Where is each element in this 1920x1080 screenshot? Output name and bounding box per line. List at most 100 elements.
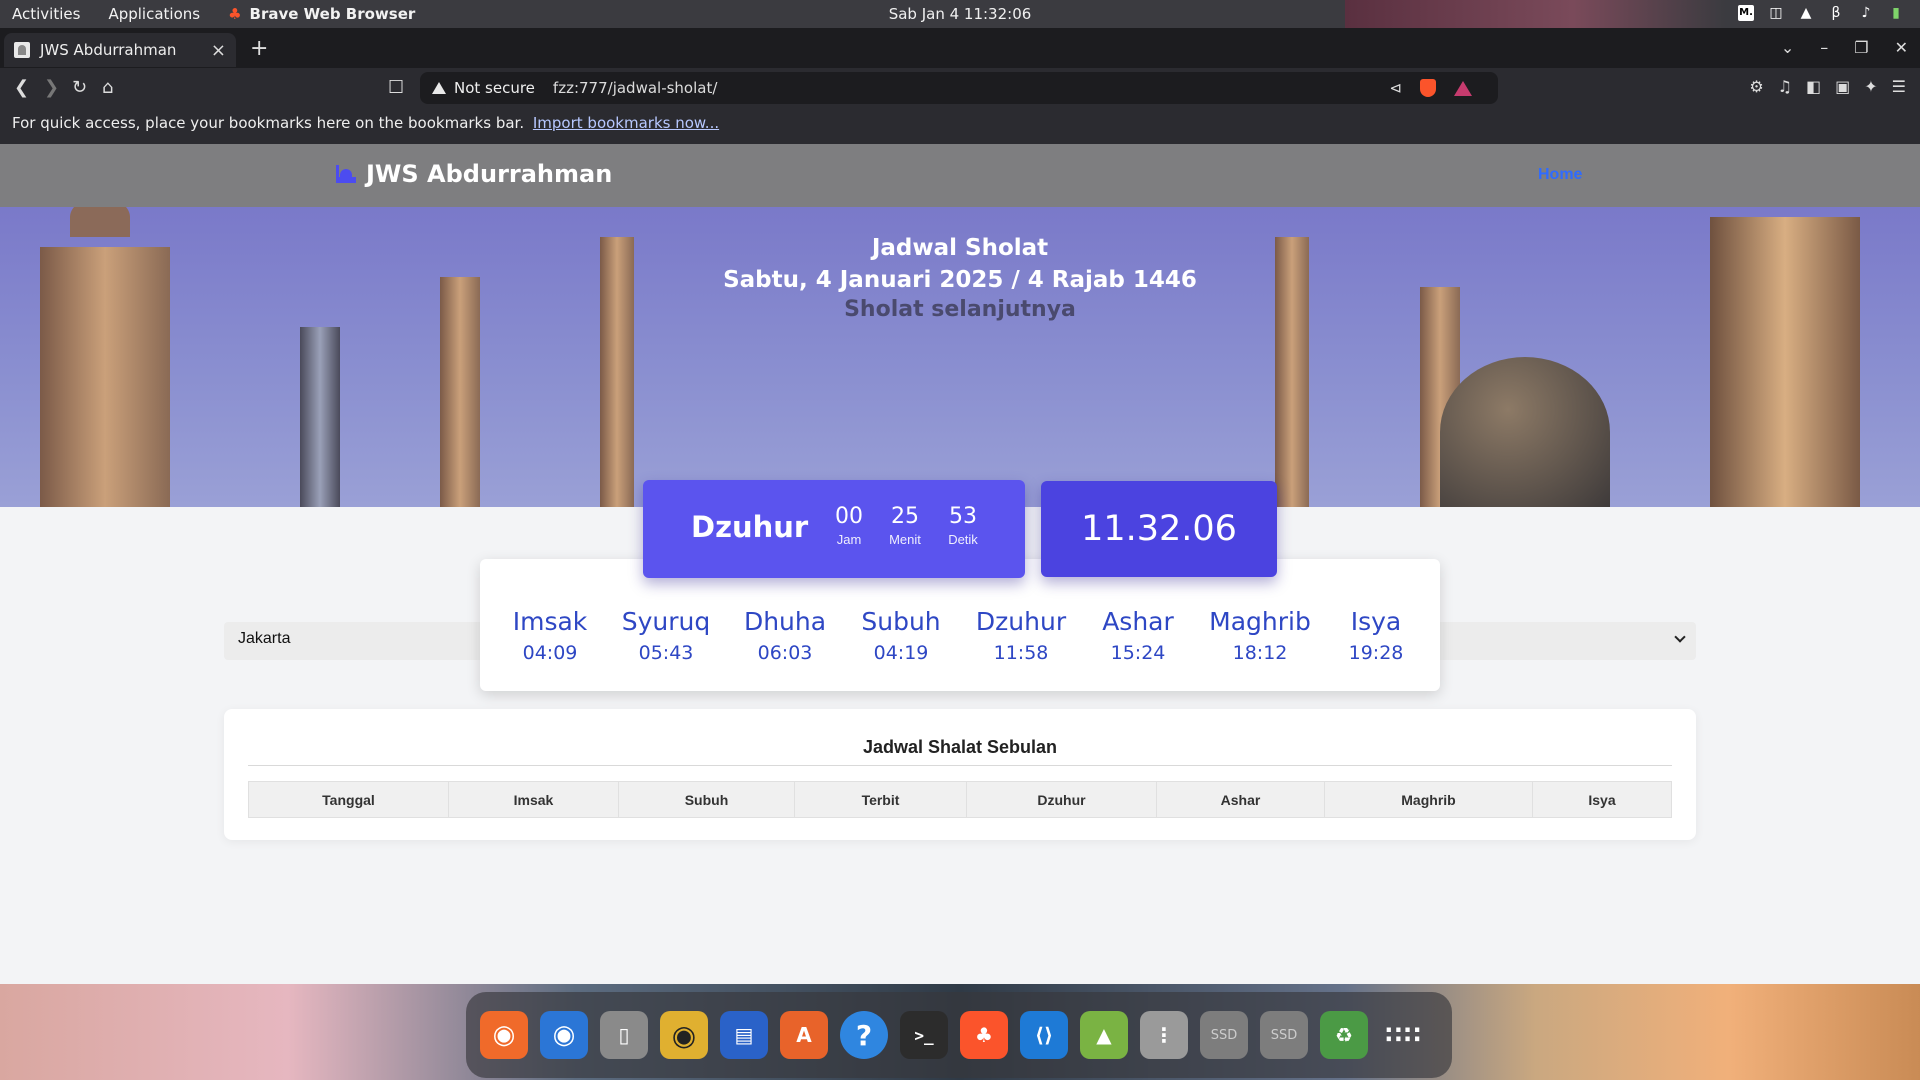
tab-title: JWS Abdurrahman	[40, 41, 177, 59]
monthly-schedule-title: Jadwal Shalat Sebulan	[862, 737, 1058, 757]
countdown-minutes: 25 Menit	[889, 504, 921, 547]
minimize-icon[interactable]: –	[1820, 38, 1828, 57]
mosque-icon	[336, 165, 356, 183]
extensions-icon[interactable]: ⚙	[1749, 77, 1763, 96]
active-app-menu[interactable]: ♣ Brave Web Browser	[228, 5, 415, 23]
hero-date: Sabtu, 4 Januari 2025 / 4 Rajab 1446	[723, 267, 1197, 293]
close-window-icon[interactable]: ✕	[1895, 38, 1908, 57]
brave-shields-icon[interactable]	[1420, 79, 1436, 97]
web-page: JWS Abdurrahman Home Jadwal Sholat Sabtu…	[0, 144, 1920, 984]
hero-banner: Jadwal Sholat Sabtu, 4 Januari 2025 / 4 …	[0, 207, 1920, 507]
prayer-time-syuruq: Syuruq 05:43	[621, 607, 711, 664]
help-icon[interactable]: ?	[840, 1011, 888, 1059]
not-secure-label[interactable]: Not secure	[454, 79, 535, 97]
share-icon[interactable]: ⊲	[1389, 79, 1402, 97]
prayer-time-maghrib: Maghrib 18:12	[1209, 607, 1311, 664]
prayer-time-dzuhur: Dzuhur 11:58	[975, 607, 1067, 664]
wallet-icon[interactable]: ▣	[1835, 77, 1850, 96]
writer-icon[interactable]: ▤	[720, 1011, 768, 1059]
url-text[interactable]: fzz:777/jadwal-sholat/	[553, 79, 717, 97]
menu-icon[interactable]: ☰	[1892, 77, 1906, 96]
monthly-schedule-card: Jadwal Shalat Sebulan Tanggal Imsak Subu…	[224, 709, 1696, 840]
bookmarks-hint: For quick access, place your bookmarks h…	[12, 114, 525, 132]
disks-icon[interactable]: ⋮	[1140, 1011, 1188, 1059]
leo-ai-icon[interactable]: ✦	[1864, 77, 1877, 96]
activities-button[interactable]: Activities	[12, 5, 80, 23]
image-viewer-icon[interactable]: ▲	[1080, 1011, 1128, 1059]
bookmark-icon[interactable]: ☐	[388, 77, 404, 98]
current-time-display: 11.32.06	[1041, 481, 1277, 577]
app-center-icon[interactable]: A	[780, 1011, 828, 1059]
close-tab-icon[interactable]: ×	[211, 40, 226, 61]
new-tab-button[interactable]: +	[250, 36, 268, 61]
reload-icon[interactable]: ↻	[72, 77, 87, 98]
prayer-time-subuh: Subuh 04:19	[861, 607, 941, 664]
vscode-icon[interactable]: ⟨⟩	[1020, 1011, 1068, 1059]
column-header: Isya	[1532, 781, 1672, 818]
city-select-value: Jakarta	[238, 630, 291, 647]
prayer-time-ashar: Ashar 15:24	[1102, 607, 1174, 664]
maximize-icon[interactable]: ❐	[1854, 38, 1868, 57]
monthly-schedule-table: Tanggal Imsak Subuh Terbit Dzuhur Ashar …	[248, 781, 1672, 818]
countdown-hours: 00 Jam	[835, 504, 863, 547]
prayer-time-imsak: Imsak 04:09	[512, 607, 588, 664]
divider	[248, 765, 1672, 766]
nav-home-link[interactable]: Home	[1538, 166, 1582, 184]
address-bar[interactable]: Not secure fzz:777/jadwal-sholat/ ⊲	[420, 72, 1498, 104]
volume-icon[interactable]: ♪	[1858, 5, 1874, 21]
warning-icon	[432, 82, 446, 94]
dome-illustration	[1440, 357, 1610, 507]
home-icon[interactable]: ⌂	[102, 77, 113, 98]
prayer-times-card: Imsak 04:09 Syuruq 05:43 Dhuha 06:03 Subuh 0…	[480, 559, 1440, 691]
column-header: Terbit	[794, 781, 967, 818]
next-prayer-name: Dzuhur	[691, 510, 809, 544]
show-apps-icon[interactable]: ∷∷	[1380, 1011, 1428, 1059]
tab-jws[interactable]: JWS Abdurrahman ×	[4, 33, 236, 67]
brave-icon: ♣	[228, 5, 242, 23]
rhythmbox-icon[interactable]: ◉	[660, 1011, 708, 1059]
bluetooth-icon[interactable]: β	[1828, 5, 1844, 21]
mail-tray-icon[interactable]: M.	[1738, 5, 1754, 21]
media-icon[interactable]: ♫	[1778, 77, 1792, 96]
prayer-time-isya: Isya 19:28	[1348, 607, 1404, 664]
applications-menu[interactable]: Applications	[108, 5, 200, 23]
battery-icon[interactable]: ▮	[1888, 5, 1904, 21]
active-app-label: Brave Web Browser	[249, 5, 416, 23]
countdown-seconds: 53 Detik	[948, 504, 978, 547]
import-bookmarks-link[interactable]: Import bookmarks now...	[533, 114, 719, 132]
bookmarks-bar: For quick access, place your bookmarks h…	[0, 108, 1920, 144]
column-header: Imsak	[448, 781, 619, 818]
brave-icon[interactable]: ♣	[960, 1011, 1008, 1059]
dock: ◉ ◉ ▯ ◉ ▤ A ? >_ ♣ ⟨⟩ ▲ ⋮ SSD SSD ♻ ∷∷	[466, 992, 1452, 1078]
browser-toolbar: ❮ ❯ ↻ ⌂ ☐ Not secure fzz:777/jadwal-shol…	[0, 68, 1920, 108]
column-header: Dzuhur	[966, 781, 1157, 818]
site-navbar: JWS Abdurrahman Home	[0, 144, 1920, 207]
tab-search-chevron-icon[interactable]: ⌄	[1781, 38, 1794, 57]
thunderbird-icon[interactable]: ◉	[540, 1011, 588, 1059]
next-prayer-label: Sholat selanjutnya	[844, 297, 1076, 322]
ssd-icon[interactable]: SSD	[1260, 1011, 1308, 1059]
brand-label: JWS Abdurrahman	[366, 160, 613, 188]
column-header: Tanggal	[248, 781, 449, 818]
trash-icon[interactable]: ♻	[1320, 1011, 1368, 1059]
prayer-time-dhuha: Dhuha 06:03	[743, 607, 827, 664]
firefox-icon[interactable]: ◉	[480, 1011, 528, 1059]
screencast-icon[interactable]: ◫	[1768, 5, 1784, 21]
forward-icon[interactable]: ❯	[44, 77, 59, 98]
site-brand[interactable]: JWS Abdurrahman	[336, 160, 612, 188]
page-favicon-icon	[14, 42, 30, 58]
table-header-row: Tanggal Imsak Subuh Terbit Dzuhur Ashar …	[248, 781, 1672, 818]
files-icon[interactable]: ▯	[600, 1011, 648, 1059]
tab-strip: JWS Abdurrahman × + ⌄ – ❐ ✕	[0, 28, 1920, 68]
terminal-icon[interactable]: >_	[900, 1011, 948, 1059]
sidebar-icon[interactable]: ◧	[1806, 77, 1821, 96]
chevron-down-icon	[1674, 631, 1686, 643]
hero-title: Jadwal Sholat	[871, 235, 1049, 261]
wallpaper-strip	[1345, 0, 1725, 28]
ssd-icon[interactable]: SSD	[1200, 1011, 1248, 1059]
wifi-icon[interactable]: ▲	[1798, 5, 1814, 21]
brave-rewards-icon[interactable]	[1454, 80, 1472, 96]
back-icon[interactable]: ❮	[14, 77, 29, 98]
column-header: Subuh	[618, 781, 795, 818]
column-header: Maghrib	[1324, 781, 1533, 818]
